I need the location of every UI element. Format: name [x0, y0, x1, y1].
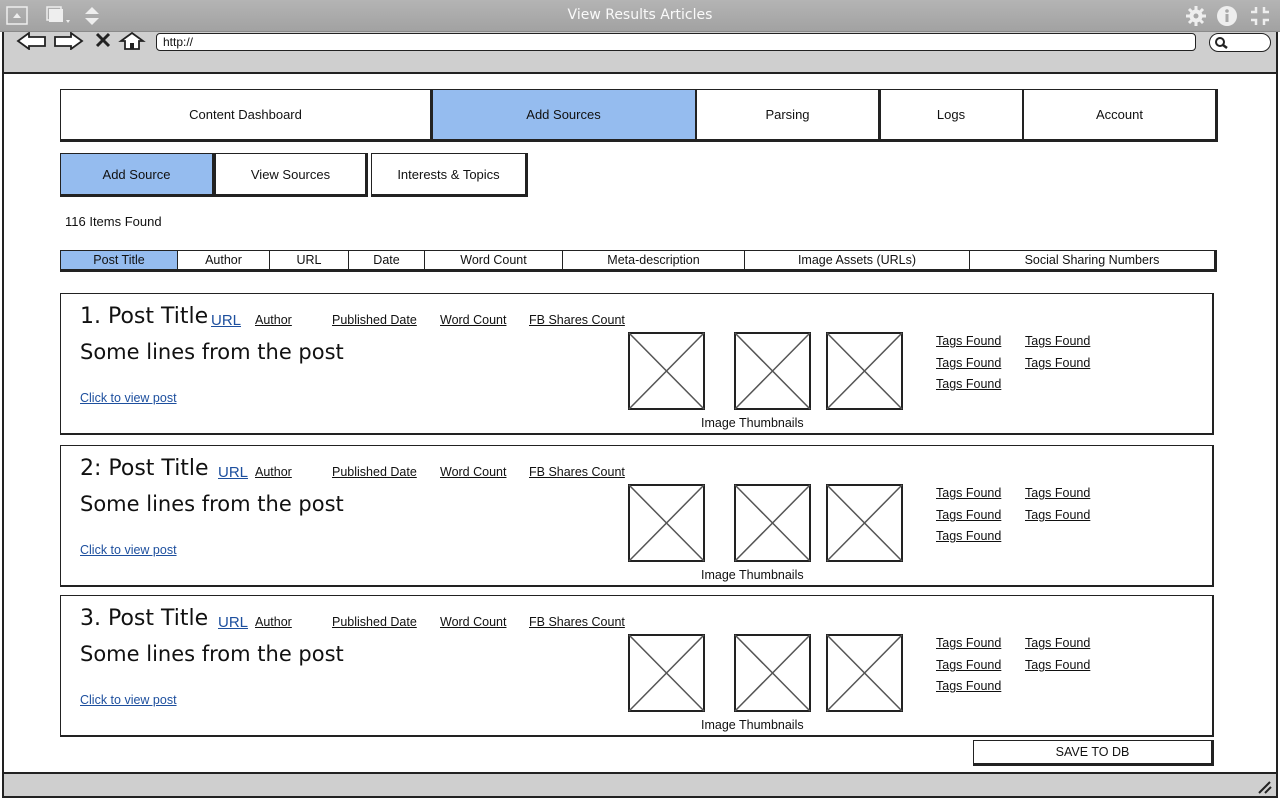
- tag-link[interactable]: Tags Found: [936, 486, 1001, 500]
- post-fb-shares[interactable]: FB Shares Count: [529, 465, 625, 479]
- post-word-count[interactable]: Word Count: [440, 615, 506, 629]
- subtab-interests-topics[interactable]: Interests & Topics: [371, 153, 528, 197]
- view-post-link[interactable]: Click to view post: [80, 543, 177, 557]
- post-excerpt: Some lines from the post: [80, 340, 344, 364]
- image-thumbnail[interactable]: [734, 634, 811, 712]
- post-fb-shares[interactable]: FB Shares Count: [529, 313, 625, 327]
- post-excerpt: Some lines from the post: [80, 642, 344, 666]
- tag-link[interactable]: Tags Found: [936, 334, 1001, 348]
- stop-icon[interactable]: [94, 32, 112, 48]
- main-nav-tabs: Content Dashboard Add Sources Parsing Lo…: [60, 89, 1218, 144]
- resize-grip-icon[interactable]: [1256, 780, 1272, 794]
- tag-link[interactable]: Tags Found: [936, 636, 1001, 650]
- info-icon[interactable]: [1216, 5, 1240, 27]
- tab-add-sources[interactable]: Add Sources: [431, 89, 698, 142]
- tag-link[interactable]: Tags Found: [1025, 636, 1090, 650]
- post-url-link[interactable]: URL: [218, 464, 248, 481]
- search-icon: [1215, 37, 1228, 49]
- image-thumbnail[interactable]: [628, 634, 705, 712]
- back-arrow-icon[interactable]: [16, 32, 48, 50]
- thumbnails-caption: Image Thumbnails: [701, 568, 804, 582]
- post-title: 2: Post Title: [80, 456, 209, 481]
- result-card: 2: Post Title URL Author Published Date …: [60, 445, 1214, 587]
- post-url-link[interactable]: URL: [218, 614, 248, 631]
- column-filter-bar: Post Title Author URL Date Word Count Me…: [60, 250, 1217, 272]
- browser-toolbar: http://: [2, 32, 1278, 74]
- column-author[interactable]: Author: [178, 251, 270, 269]
- post-author-link[interactable]: Author: [255, 465, 292, 479]
- post-published-date[interactable]: Published Date: [332, 313, 417, 327]
- post-word-count[interactable]: Word Count: [440, 465, 506, 479]
- window-titlebar: View Results Articles: [0, 0, 1280, 32]
- tag-link[interactable]: Tags Found: [936, 356, 1001, 370]
- column-url[interactable]: URL: [270, 251, 349, 269]
- tag-link[interactable]: Tags Found: [1025, 508, 1090, 522]
- tag-link[interactable]: Tags Found: [936, 508, 1001, 522]
- subtab-add-source[interactable]: Add Source: [60, 153, 215, 197]
- column-image-assets[interactable]: Image Assets (URLs): [745, 251, 970, 269]
- post-author-link[interactable]: Author: [255, 615, 292, 629]
- image-thumbnail[interactable]: [826, 332, 903, 410]
- tag-link[interactable]: Tags Found: [1025, 356, 1090, 370]
- tag-link[interactable]: Tags Found: [936, 377, 1001, 391]
- browser-search-input[interactable]: [1209, 33, 1271, 52]
- tab-logs[interactable]: Logs: [879, 89, 1025, 142]
- image-thumbnail[interactable]: [826, 484, 903, 562]
- forward-arrow-icon[interactable]: [52, 32, 84, 50]
- thumbnails-caption: Image Thumbnails: [701, 718, 804, 732]
- post-published-date[interactable]: Published Date: [332, 465, 417, 479]
- result-card: 1. Post Title URL Author Published Date …: [60, 293, 1214, 435]
- tag-link[interactable]: Tags Found: [1025, 486, 1090, 500]
- column-meta-description[interactable]: Meta-description: [563, 251, 745, 269]
- url-input[interactable]: http://: [156, 33, 1196, 51]
- image-thumbnail[interactable]: [826, 634, 903, 712]
- result-card: 3. Post Title URL Author Published Date …: [60, 595, 1214, 737]
- post-title: 1. Post Title: [80, 304, 209, 329]
- column-post-title[interactable]: Post Title: [61, 251, 178, 269]
- gear-icon[interactable]: [1184, 5, 1208, 27]
- tag-link[interactable]: Tags Found: [1025, 658, 1090, 672]
- image-thumbnail[interactable]: [628, 332, 705, 410]
- image-thumbnail[interactable]: [734, 484, 811, 562]
- post-fb-shares[interactable]: FB Shares Count: [529, 615, 625, 629]
- tag-link[interactable]: Tags Found: [1025, 334, 1090, 348]
- post-title: 3. Post Title: [80, 606, 209, 631]
- tag-link[interactable]: Tags Found: [936, 658, 1001, 672]
- tab-account[interactable]: Account: [1023, 89, 1218, 142]
- fullscreen-icon[interactable]: [1249, 5, 1273, 27]
- browser-statusbar: [2, 772, 1278, 798]
- items-found-count: 116 Items Found: [65, 214, 162, 229]
- home-icon[interactable]: [118, 32, 146, 50]
- save-to-db-button[interactable]: SAVE TO DB: [973, 740, 1214, 766]
- post-excerpt: Some lines from the post: [80, 492, 344, 516]
- post-author-link[interactable]: Author: [255, 313, 292, 327]
- tag-link[interactable]: Tags Found: [936, 679, 1001, 693]
- tab-content-dashboard[interactable]: Content Dashboard: [60, 89, 433, 142]
- post-word-count[interactable]: Word Count: [440, 313, 506, 327]
- view-post-link[interactable]: Click to view post: [80, 391, 177, 405]
- column-date[interactable]: Date: [349, 251, 425, 269]
- image-thumbnail[interactable]: [734, 332, 811, 410]
- view-post-link[interactable]: Click to view post: [80, 693, 177, 707]
- tab-parsing[interactable]: Parsing: [696, 89, 881, 142]
- image-thumbnail[interactable]: [628, 484, 705, 562]
- tag-link[interactable]: Tags Found: [936, 529, 1001, 543]
- post-published-date[interactable]: Published Date: [332, 615, 417, 629]
- subtab-view-sources[interactable]: View Sources: [215, 153, 368, 197]
- thumbnails-caption: Image Thumbnails: [701, 416, 804, 430]
- window-title: View Results Articles: [567, 7, 713, 23]
- post-url-link[interactable]: URL: [211, 312, 241, 329]
- column-social-sharing[interactable]: Social Sharing Numbers: [970, 251, 1214, 269]
- column-word-count[interactable]: Word Count: [425, 251, 563, 269]
